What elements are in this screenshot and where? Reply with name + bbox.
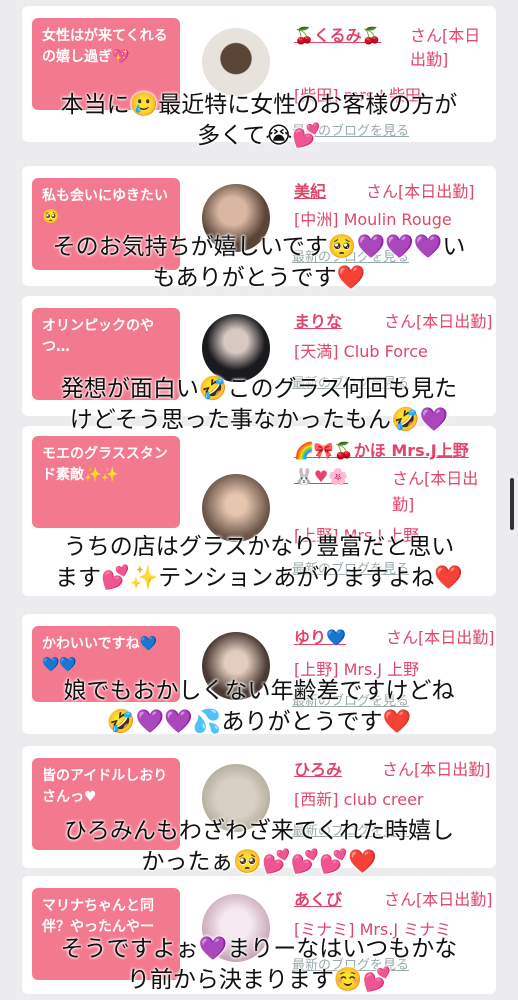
reply-text: そうですよぉ💜まりーなはいつもかな り前から決まります☺️💕: [60, 936, 458, 993]
reply-text: 発想が面白い🤣このグラス何回も見た けどそう思った事なかったもん🤣💜: [60, 376, 458, 433]
attendance-status: さん[本日出勤]: [392, 469, 479, 514]
cast-name-link[interactable]: ひろみ: [294, 756, 342, 780]
cast-name-link[interactable]: 美紀: [294, 178, 326, 202]
attendance-status: さん[本日出勤]: [386, 628, 495, 647]
attendance-status: さん[本日出勤]: [382, 760, 491, 779]
cast-name-link[interactable]: まりな: [294, 308, 342, 332]
reply-text: 娘でもおかしくない年齢差ですけどね 🤣💜💜💦ありがとうです❤️: [63, 678, 455, 735]
attendance-status: さん[本日出勤]: [410, 26, 481, 69]
shop-name: [西新] club creer: [294, 790, 424, 809]
comment-bubble: モエのグラススタンド素敵✨✨: [32, 436, 180, 528]
scrollbar[interactable]: [510, 478, 514, 530]
reply-text: 本当に🥲最近特に女性のお客様の方が 多くて😭💕: [60, 92, 458, 149]
shop-name: [天満] Club Force: [294, 342, 428, 361]
reply-text: そのお気持ちが嬉しいです🥺💜💜💜い もありがとうです❤️: [52, 234, 466, 291]
cast-name-link[interactable]: ゆり💙: [294, 624, 346, 648]
attendance-status: さん[本日出勤]: [384, 890, 493, 909]
avatar[interactable]: [202, 28, 270, 96]
reply-text: ひろみんもわざわざ来てくれた時嬉し かったぁ🥺💕💕💕❤️: [63, 818, 455, 875]
attendance-status: さん[本日出勤]: [384, 312, 493, 331]
attendance-status: さん[本日出勤]: [366, 182, 475, 201]
cast-name-link[interactable]: あくび: [294, 886, 342, 910]
reply-text: うちの店はグラスかなり豊富だと思い ます💕✨テンションあがりますよね❤️: [55, 534, 463, 591]
avatar[interactable]: [202, 314, 270, 382]
cast-name-link[interactable]: 🍒くるみ🍒: [294, 22, 382, 46]
shop-name: [中洲] Moulin Rouge: [294, 210, 452, 229]
